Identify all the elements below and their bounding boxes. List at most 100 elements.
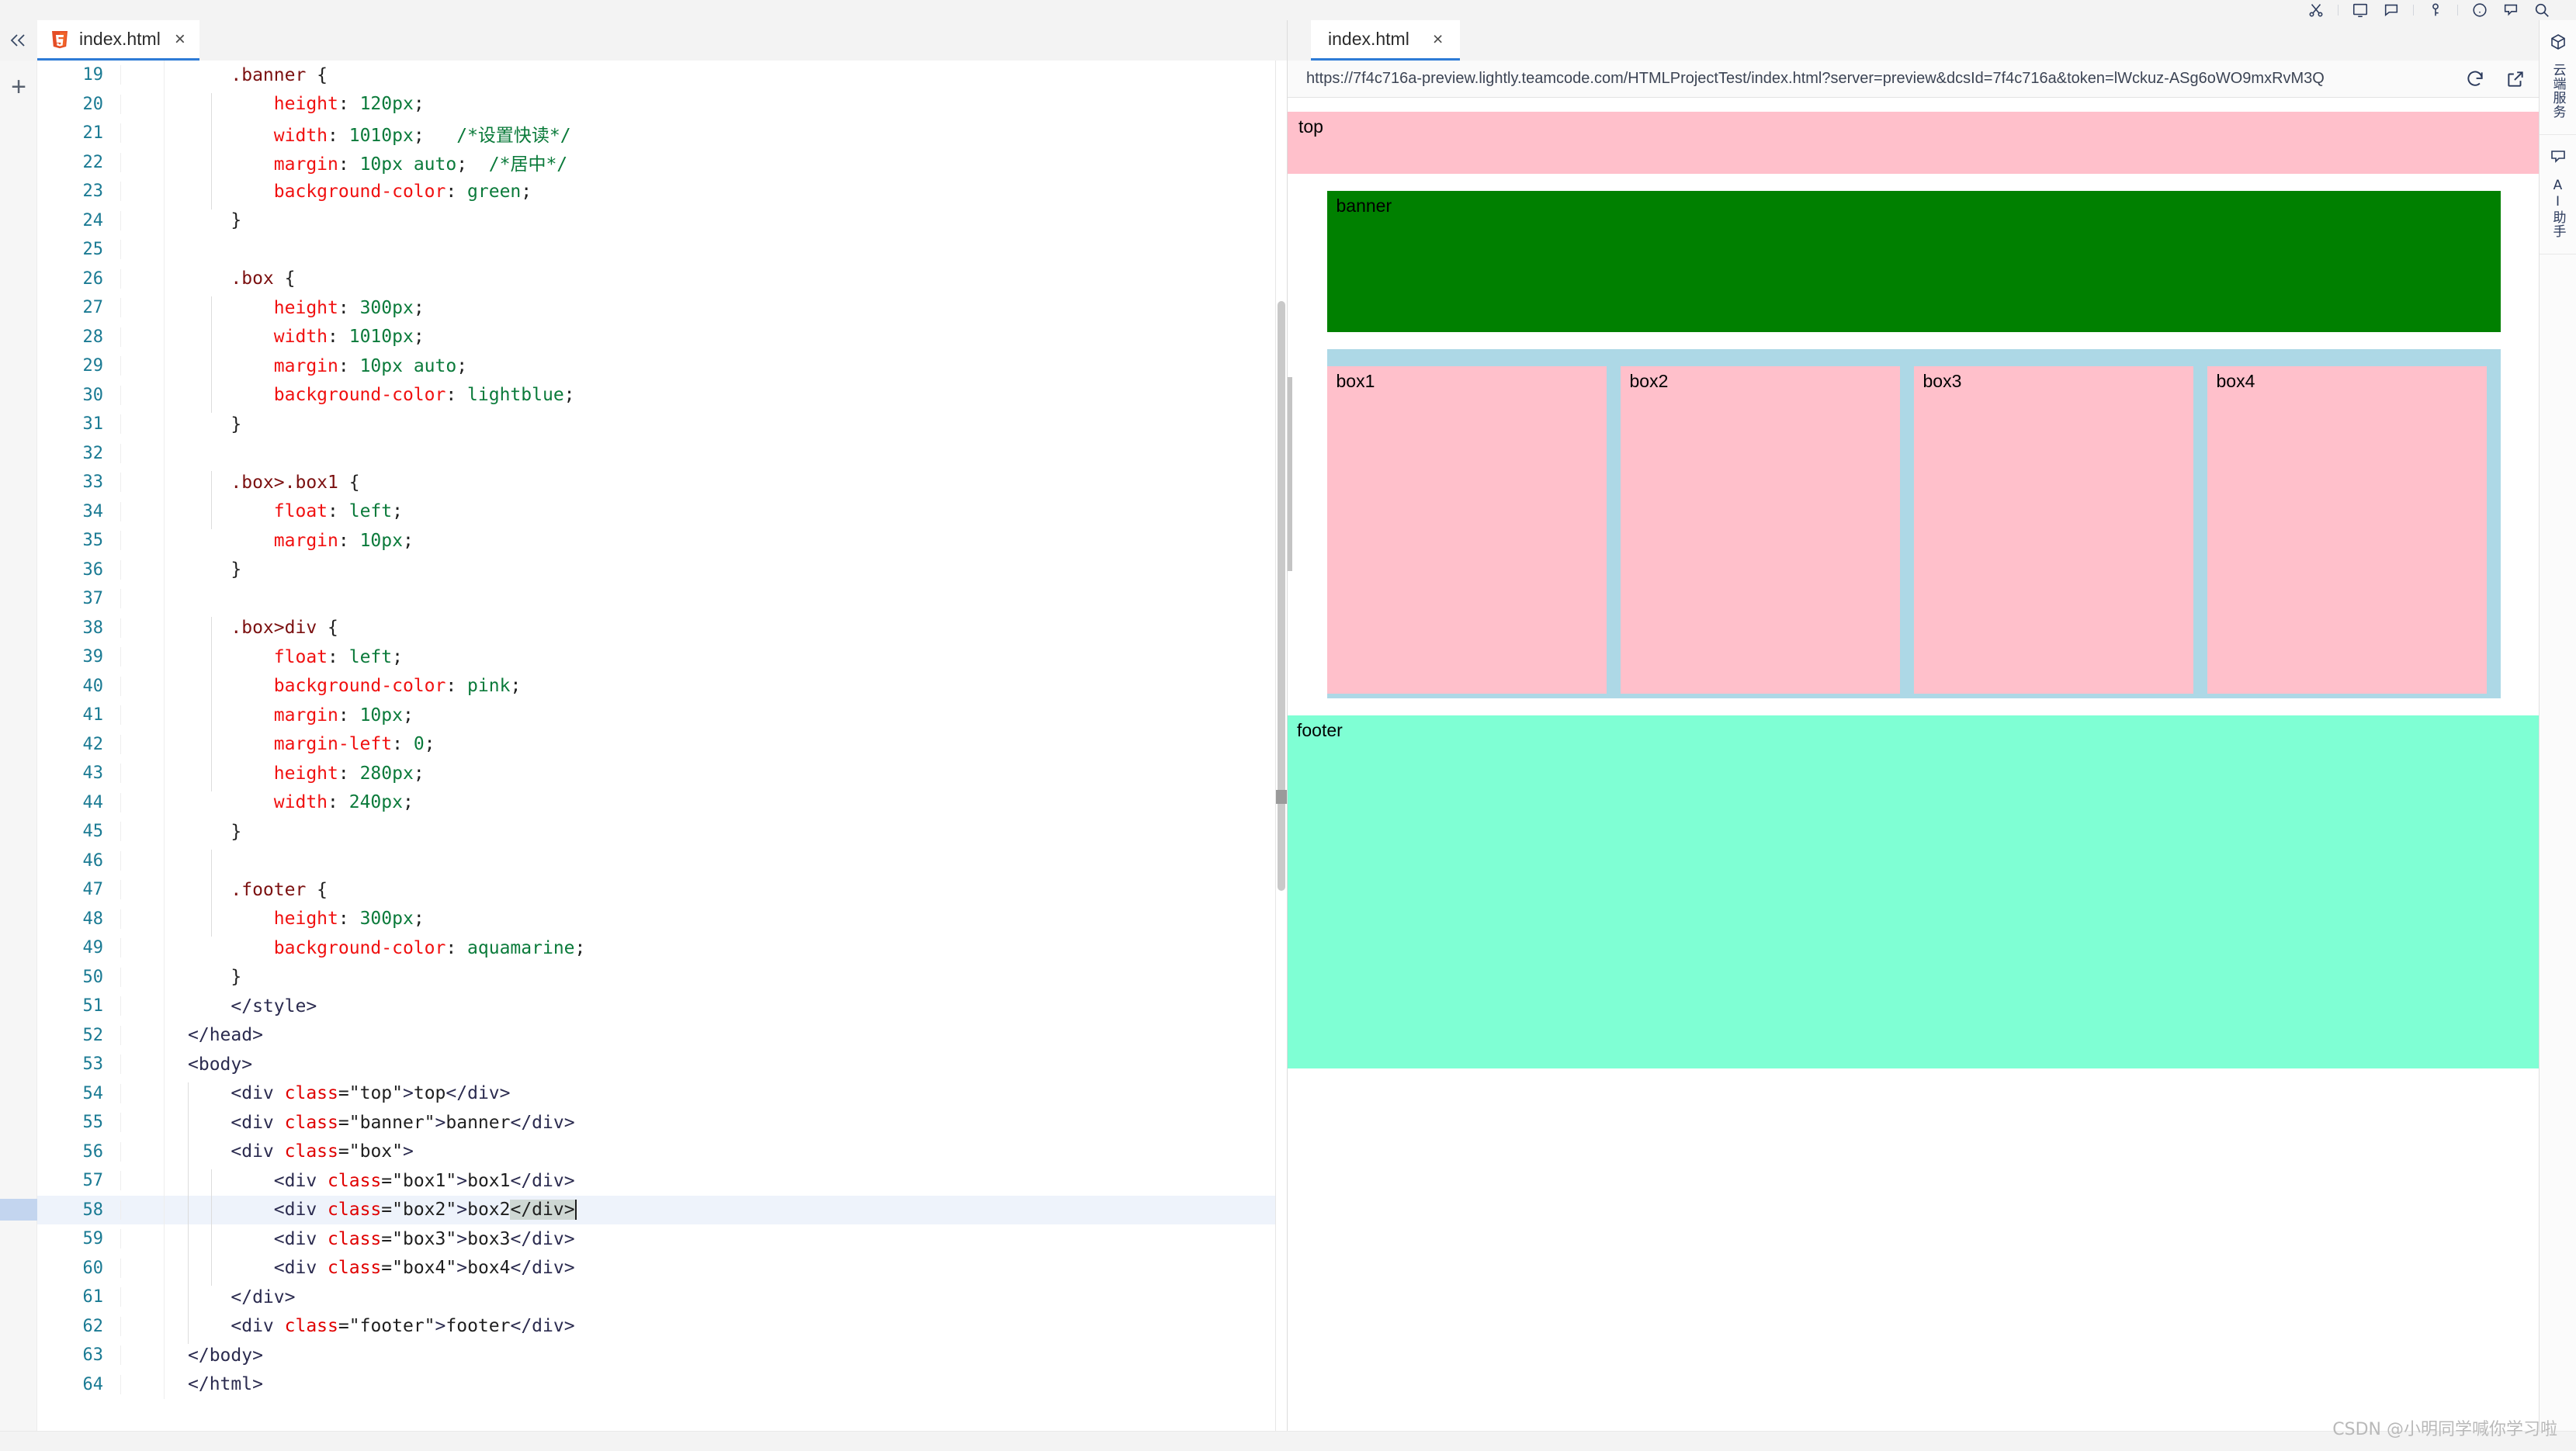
url-text[interactable]: https://7f4c716a-preview.lightly.teamcod… — [1306, 70, 2325, 88]
code-line[interactable]: 51 </style> — [37, 992, 1287, 1021]
sidebar-item-cloud-service[interactable]: 云端服务 — [2540, 20, 2576, 135]
fold-gutter[interactable] — [121, 1224, 165, 1254]
code-line[interactable]: 23 background-color: green; — [37, 177, 1287, 206]
code-line[interactable]: 40 background-color: pink; — [37, 671, 1287, 701]
code-line[interactable]: 57 <div class="box1">box1</div> — [37, 1166, 1287, 1196]
code-line[interactable]: 64 </html> — [37, 1370, 1287, 1399]
fold-gutter[interactable] — [121, 497, 165, 526]
clock-icon[interactable] — [2464, 0, 2495, 20]
scissors-icon[interactable] — [2300, 0, 2332, 20]
editor-tab-index-html[interactable]: index.html × — [37, 20, 199, 61]
code-line[interactable]: 38 .box>div { — [37, 613, 1287, 642]
code-line[interactable]: 33 .box>.box1 { — [37, 468, 1287, 497]
code-line[interactable]: 27 height: 300px; — [37, 293, 1287, 323]
sidebar-item-ai-assistant[interactable]: AI助手 — [2540, 135, 2576, 255]
fold-gutter[interactable] — [121, 438, 165, 468]
fold-gutter[interactable] — [121, 584, 165, 614]
fold-gutter[interactable] — [121, 1311, 165, 1341]
fold-gutter[interactable] — [121, 992, 165, 1021]
code-line[interactable]: 29 margin: 10px auto; — [37, 351, 1287, 381]
code-line[interactable]: 39 float: left; — [37, 642, 1287, 672]
code-line[interactable]: 54 <div class="top">top</div> — [37, 1079, 1287, 1108]
code-line[interactable]: 37 — [37, 584, 1287, 614]
browser-tab-index-html[interactable]: index.html × — [1311, 20, 1461, 61]
fold-gutter[interactable] — [121, 1020, 165, 1050]
fold-gutter[interactable] — [121, 119, 165, 148]
code-line[interactable]: 21 width: 1010px; /*设置快读*/ — [37, 119, 1287, 148]
fold-gutter[interactable] — [121, 177, 165, 206]
search-icon[interactable] — [2526, 0, 2557, 20]
code-line[interactable]: 43 height: 280px; — [37, 759, 1287, 788]
code-line[interactable]: 55 <div class="banner">banner</div> — [37, 1108, 1287, 1138]
fold-gutter[interactable] — [121, 293, 165, 323]
code-line[interactable]: 60 <div class="box4">box4</div> — [37, 1253, 1287, 1283]
code-line[interactable]: 35 margin: 10px; — [37, 526, 1287, 556]
code-editor[interactable]: 19 .banner {20 height: 120px; 21 width: 1… — [37, 61, 1287, 1451]
fold-gutter[interactable] — [121, 410, 165, 439]
code-line[interactable]: 50 } — [37, 962, 1287, 992]
fold-gutter[interactable] — [121, 701, 165, 730]
fold-gutter[interactable] — [121, 1283, 165, 1312]
fold-gutter[interactable] — [121, 788, 165, 817]
fold-gutter[interactable] — [121, 380, 165, 410]
code-line[interactable]: 49 background-color: aquamarine; — [37, 933, 1287, 963]
fold-gutter[interactable] — [121, 759, 165, 788]
code-line[interactable]: 32 — [37, 438, 1287, 468]
comment-icon[interactable] — [2376, 0, 2407, 20]
code-line[interactable]: 62 <div class="footer">footer</div> — [37, 1311, 1287, 1341]
code-line[interactable]: 56 <div class="box"> — [37, 1137, 1287, 1166]
fold-gutter[interactable] — [121, 322, 165, 351]
fold-gutter[interactable] — [121, 613, 165, 642]
code-line[interactable]: 63 </body> — [37, 1341, 1287, 1370]
code-line[interactable]: 36 } — [37, 555, 1287, 584]
code-line[interactable]: 24 } — [37, 206, 1287, 235]
fold-gutter[interactable] — [121, 89, 165, 119]
fold-gutter[interactable] — [121, 817, 165, 847]
code-line[interactable]: 25 — [37, 235, 1287, 265]
fold-gutter[interactable] — [121, 846, 165, 875]
code-line[interactable]: 53 <body> — [37, 1050, 1287, 1079]
code-line[interactable]: 31 } — [37, 410, 1287, 439]
fold-gutter[interactable] — [121, 61, 165, 90]
key-icon[interactable] — [2420, 0, 2451, 20]
chevron-double-left-icon[interactable] — [0, 20, 37, 61]
open-external-icon[interactable] — [2502, 66, 2529, 92]
code-line[interactable]: 46 — [37, 846, 1287, 875]
editor-scrollbar[interactable] — [1276, 61, 1287, 1451]
browser-url-bar[interactable]: https://7f4c716a-preview.lightly.teamcod… — [1288, 61, 2540, 98]
code-line[interactable]: 47 .footer { — [37, 875, 1287, 905]
fold-gutter[interactable] — [121, 1253, 165, 1283]
code-line[interactable]: 45 } — [37, 817, 1287, 847]
code-line[interactable]: 52 </head> — [37, 1020, 1287, 1050]
close-icon[interactable]: × — [175, 29, 185, 49]
fold-gutter[interactable] — [121, 671, 165, 701]
code-line[interactable]: 28 width: 1010px; — [37, 322, 1287, 351]
fold-gutter[interactable] — [121, 1341, 165, 1370]
code-line[interactable]: 61 </div> — [37, 1283, 1287, 1312]
viewport-scrollbar[interactable] — [1288, 377, 1292, 571]
fold-gutter[interactable] — [121, 468, 165, 497]
chat-icon[interactable] — [2495, 0, 2526, 20]
code-line[interactable]: 30 background-color: lightblue; — [37, 380, 1287, 410]
fold-gutter[interactable] — [121, 147, 165, 177]
code-line[interactable]: 19 .banner { — [37, 61, 1287, 90]
fold-gutter[interactable] — [121, 1195, 165, 1224]
code-line[interactable]: 58 <div class="box2">box2</div> — [37, 1195, 1287, 1224]
code-line[interactable]: 42 margin-left: 0; — [37, 729, 1287, 759]
fold-gutter[interactable] — [121, 904, 165, 933]
code-line[interactable]: 59 <div class="box3">box3</div> — [37, 1224, 1287, 1254]
fold-gutter[interactable] — [121, 206, 165, 235]
fold-gutter[interactable] — [121, 1079, 165, 1108]
add-file-button[interactable]: + — [0, 71, 37, 102]
fold-gutter[interactable] — [121, 642, 165, 672]
fold-gutter[interactable] — [121, 526, 165, 556]
fold-gutter[interactable] — [121, 962, 165, 992]
fold-gutter[interactable] — [121, 1166, 165, 1196]
fold-gutter[interactable] — [121, 264, 165, 293]
code-line[interactable]: 34 float: left; — [37, 497, 1287, 526]
fold-gutter[interactable] — [121, 1050, 165, 1079]
fold-gutter[interactable] — [121, 555, 165, 584]
fold-gutter[interactable] — [121, 875, 165, 905]
reload-icon[interactable] — [2462, 66, 2488, 92]
fold-gutter[interactable] — [121, 235, 165, 265]
